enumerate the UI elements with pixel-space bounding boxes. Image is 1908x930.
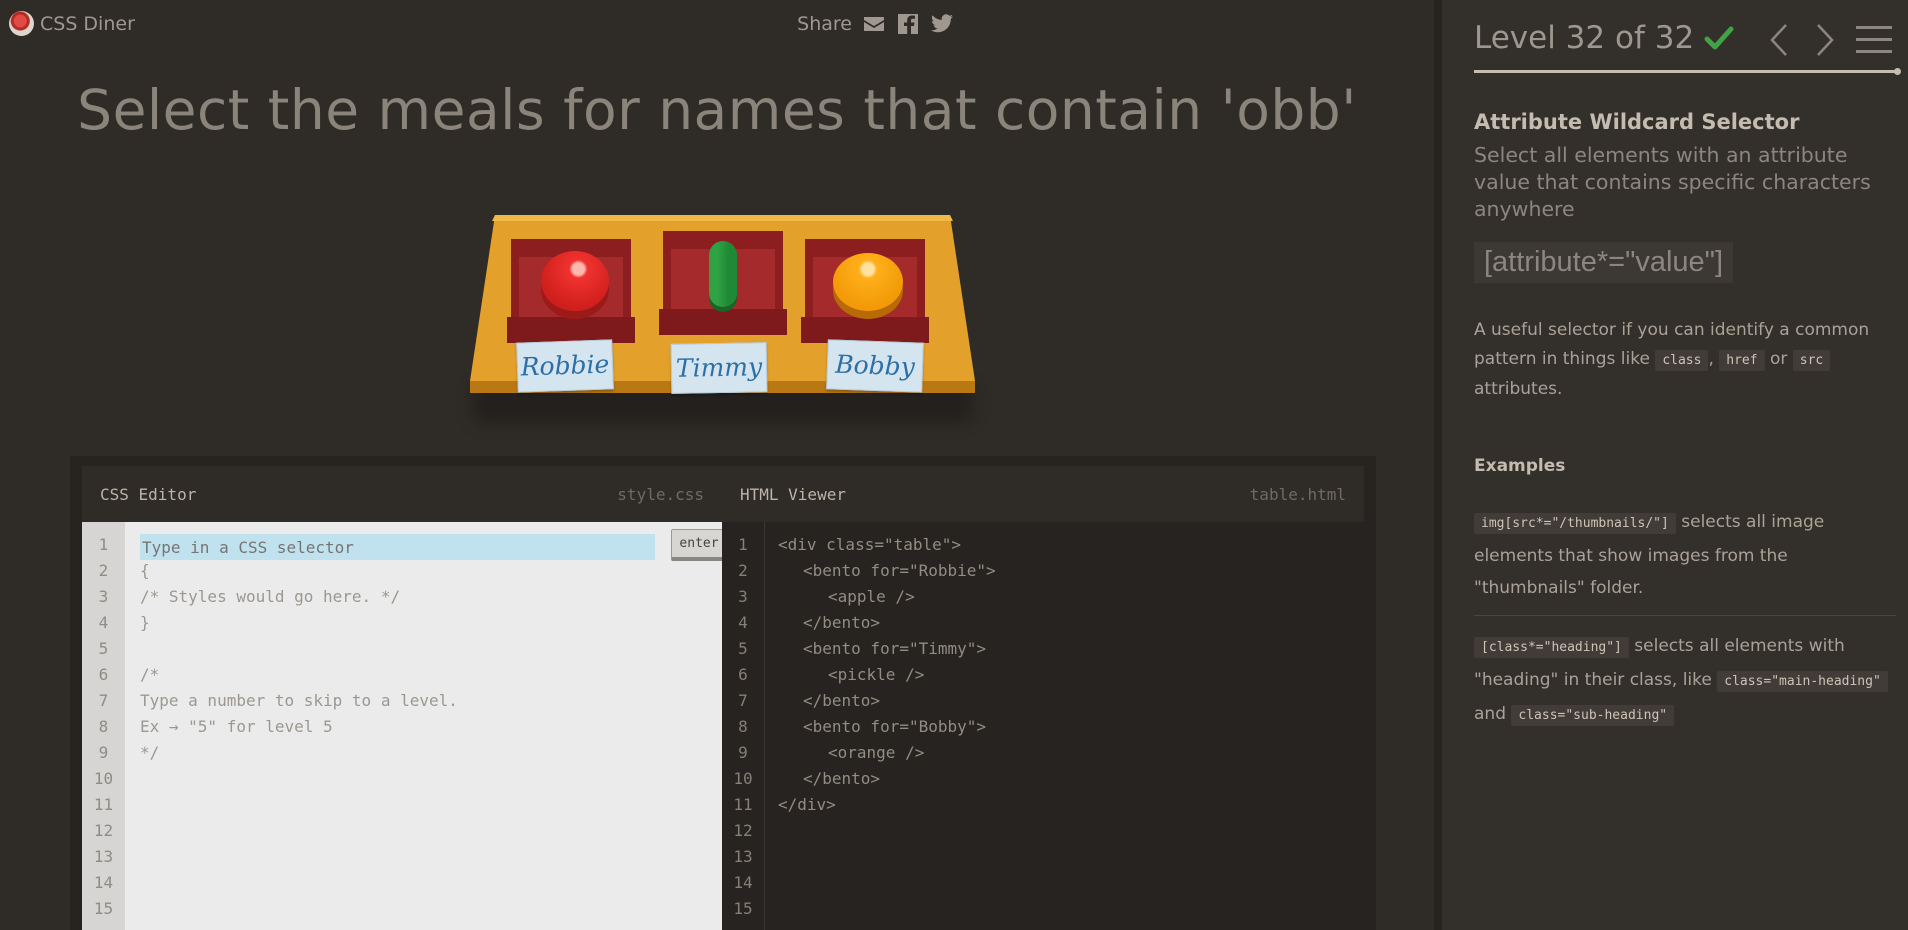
- css-line-numbers: 12 34 56 78 9 10 11 12 13 14 15: [82, 522, 125, 930]
- game-area: CSS Diner Share Select the meals for nam…: [0, 0, 1434, 930]
- share-bar: Share: [797, 12, 954, 36]
- selector-hint: A useful selector if you can identify a …: [1474, 320, 1870, 399]
- previous-level-icon[interactable]: [1768, 22, 1790, 58]
- html-line[interactable]: <bento for="Robbie">: [778, 558, 1356, 584]
- progress-marker: [1894, 68, 1901, 75]
- share-label: Share: [797, 13, 852, 35]
- html-viewer-header: HTML Viewer table.html: [722, 466, 1364, 522]
- name-card-robbie: Robbie: [516, 339, 614, 393]
- html-line[interactable]: <orange />: [778, 740, 1356, 766]
- html-line[interactable]: </bento>: [778, 610, 1356, 636]
- menu-icon[interactable]: [1856, 24, 1892, 56]
- panel-divider[interactable]: [1434, 0, 1442, 930]
- example-divider: [1474, 615, 1896, 616]
- example-1: img[src*="/thumbnails/"] selects all ima…: [1474, 512, 1825, 598]
- example-2-code: [class*="heading"]: [1474, 637, 1629, 658]
- selector-description: Select all elements with an attribute va…: [1474, 143, 1871, 221]
- bento-robbie[interactable]: [507, 239, 635, 343]
- level-progress-bar: [1474, 70, 1896, 73]
- css-file-name: style.css: [617, 484, 704, 504]
- enter-button[interactable]: enter: [671, 529, 727, 561]
- orange-item[interactable]: [833, 253, 903, 311]
- css-editor-title: CSS Editor: [100, 484, 197, 504]
- pickle-item[interactable]: [709, 241, 737, 307]
- code-href: href: [1719, 350, 1765, 371]
- bento-timmy[interactable]: [659, 231, 787, 335]
- name-card-timmy: Timmy: [670, 342, 768, 394]
- name-card-bobby: Bobby: [826, 339, 924, 393]
- html-viewer-title: HTML Viewer: [740, 484, 846, 504]
- order-instruction: Select the meals for names that contain …: [77, 78, 1357, 142]
- level-sidebar: Level 32 of 32 Attribute Wildcard Select…: [1442, 0, 1908, 930]
- html-line[interactable]: <pickle />: [778, 662, 1356, 688]
- css-selector-input[interactable]: [140, 534, 655, 560]
- html-line[interactable]: </bento>: [778, 688, 1356, 714]
- level-header: Level 32 of 32: [1474, 20, 1734, 56]
- html-code: <div class="table"> <bento for="Robbie">…: [778, 532, 1356, 818]
- plate-logo-icon: [9, 11, 34, 36]
- app-logo[interactable]: CSS Diner: [9, 11, 135, 36]
- next-level-icon[interactable]: [1814, 22, 1836, 58]
- apple-item[interactable]: [541, 251, 609, 311]
- facebook-icon[interactable]: [896, 12, 920, 36]
- code-src: src: [1792, 350, 1831, 371]
- html-line[interactable]: </bento>: [778, 766, 1356, 792]
- examples-heading: Examples: [1474, 456, 1566, 476]
- level-indicator: Level 32 of 32: [1474, 20, 1695, 56]
- twitter-icon[interactable]: [930, 12, 954, 36]
- selector-syntax: [attribute*="value"]: [1474, 242, 1734, 283]
- selector-title: Attribute Wildcard Selector: [1474, 110, 1800, 134]
- html-line[interactable]: <bento for="Bobby">: [778, 714, 1356, 740]
- css-code: { /* Styles would go here. */ } /* Type …: [140, 561, 458, 762]
- html-line[interactable]: <apple />: [778, 584, 1356, 610]
- code-class: class: [1655, 350, 1709, 371]
- dining-table: Robbie Timmy Bobby: [465, 213, 980, 428]
- editor-panel: CSS Editor style.css HTML Viewer table.h…: [70, 456, 1376, 930]
- html-line[interactable]: <div class="table">: [778, 532, 1356, 558]
- html-line-numbers: 12 34 56 78 9 10 11 12 13 14 15: [722, 522, 765, 930]
- example-2-code-sub: class="sub-heading": [1511, 705, 1675, 726]
- app-title: CSS Diner: [40, 12, 135, 35]
- css-editor-header: CSS Editor style.css: [82, 466, 722, 522]
- bento-bobby[interactable]: [801, 239, 929, 343]
- html-file-name: table.html: [1249, 484, 1346, 504]
- example-1-code: img[src*="/thumbnails/"]: [1474, 513, 1676, 534]
- html-viewer: 12 34 56 78 9 10 11 12 13 14 15 <div class=…: [722, 522, 1364, 930]
- email-icon[interactable]: [862, 12, 886, 36]
- css-editor: 12 34 56 78 9 10 11 12 13 14 15 { /* Styles…: [82, 522, 727, 930]
- example-2: [class*="heading"] selects all elements …: [1474, 630, 1888, 732]
- html-line[interactable]: <bento for="Timmy">: [778, 636, 1356, 662]
- html-line[interactable]: </div>: [778, 792, 1356, 818]
- example-2-code-main: class="main-heading": [1717, 671, 1888, 692]
- check-icon: [1704, 26, 1734, 50]
